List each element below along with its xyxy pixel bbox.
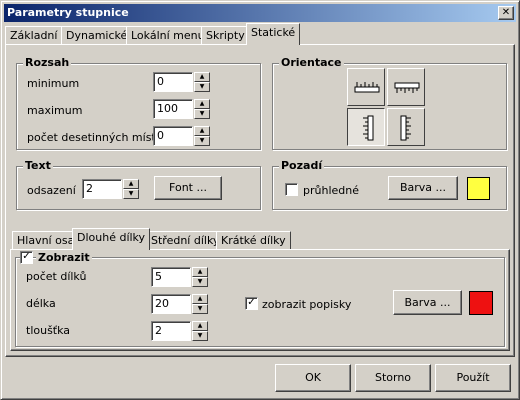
tab-zakladni[interactable]: Základní (5, 26, 63, 46)
tab-label: Střední dílky (151, 234, 220, 247)
tick-thickness-label: tloušťka (26, 324, 71, 337)
zobrazit-group: ✓ Zobrazit počet dílků 5 ▲ ▼ délka 20 ▲ … (15, 251, 505, 347)
rozsah-group: Rozsah minimum 0 ▲ ▼ maximum 100 ▲ ▼ poč… (16, 56, 261, 150)
ruler-vertical-left-icon (363, 115, 374, 141)
show-labels-label: zobrazit popisky (262, 298, 352, 311)
spin-up-icon[interactable]: ▲ (194, 99, 210, 109)
spin-up-icon[interactable]: ▲ (194, 126, 210, 136)
maximum-label: maximum (27, 104, 83, 117)
tab-lokalni-menu[interactable]: Lokální menu (126, 26, 210, 46)
maximum-stepper[interactable]: ▲ ▼ (194, 99, 210, 119)
spin-up-icon[interactable]: ▲ (192, 294, 208, 304)
tab-label: Hlavní osa (17, 234, 75, 247)
offset-label: odsazení (27, 184, 76, 197)
tick-count-label: počet dílků (26, 270, 87, 283)
minimum-stepper[interactable]: ▲ ▼ (194, 72, 210, 92)
spin-up-icon[interactable]: ▲ (192, 267, 208, 277)
transparent-label: průhledné (303, 184, 359, 197)
show-ticks-label: Zobrazit (36, 251, 92, 264)
ruler-horizontal-top-icon (394, 82, 420, 93)
tab-label: Lokální menu (131, 29, 205, 42)
tick-length-stepper[interactable]: ▲ ▼ (192, 294, 208, 314)
tab-label: Skripty (206, 29, 245, 42)
dialog-window: Parametry stupnice ✕ Základní Dynamické … (0, 0, 520, 400)
tick-length-input[interactable]: 20 (151, 294, 191, 314)
pozadi-group: Pozadí průhledné Barva ... (272, 159, 507, 210)
orientation-horizontal-bottom-button[interactable] (347, 68, 385, 106)
spin-down-icon[interactable]: ▼ (123, 189, 139, 199)
show-labels-checkbox[interactable]: ✓ (245, 297, 258, 310)
tab-skripty[interactable]: Skripty (201, 26, 250, 46)
window-title: Parametry stupnice (7, 6, 129, 19)
orientace-group: Orientace (272, 56, 507, 150)
apply-button[interactable]: Použít (435, 364, 511, 392)
font-button[interactable]: Font ... (154, 176, 222, 200)
minimum-input[interactable]: 0 (153, 72, 193, 92)
pozadi-title: Pozadí (279, 159, 325, 172)
tick-color-swatch[interactable] (469, 291, 493, 315)
cancel-button[interactable]: Storno (355, 364, 431, 392)
text-group: Text odsazení 2 ▲ ▼ Font ... (16, 159, 261, 210)
spin-up-icon[interactable]: ▲ (123, 179, 139, 189)
subtab-kratke-dilky[interactable]: Krátké dílky (216, 231, 291, 251)
tab-label: Statické (251, 26, 296, 39)
background-color-button[interactable]: Barva ... (388, 176, 458, 200)
ruler-horizontal-bottom-icon (354, 82, 380, 93)
decimals-stepper[interactable]: ▲ ▼ (194, 126, 210, 146)
decimals-label: počet desetinných míst (27, 131, 156, 144)
tab-label: Krátké dílky (221, 234, 286, 247)
orientation-vertical-left-button[interactable] (347, 108, 385, 146)
spin-down-icon[interactable]: ▼ (192, 304, 208, 314)
tab-label: Dlouhé dílky (77, 231, 146, 244)
show-ticks-checkbox[interactable]: ✓ (20, 251, 33, 264)
spin-up-icon[interactable]: ▲ (192, 321, 208, 331)
close-button[interactable]: ✕ (498, 6, 514, 20)
tab-label: Základní (10, 29, 58, 42)
tick-count-stepper[interactable]: ▲ ▼ (192, 267, 208, 287)
offset-stepper[interactable]: ▲ ▼ (123, 179, 139, 199)
spin-down-icon[interactable]: ▼ (194, 109, 210, 119)
rozsah-title: Rozsah (23, 56, 72, 69)
spin-down-icon[interactable]: ▼ (192, 277, 208, 287)
tick-length-label: délka (26, 297, 56, 310)
tick-color-button[interactable]: Barva ... (393, 290, 462, 315)
tab-staticke[interactable]: Statické (246, 23, 301, 45)
tick-count-input[interactable]: 5 (151, 267, 191, 287)
orientace-title: Orientace (279, 56, 344, 69)
transparent-checkbox[interactable] (285, 183, 298, 196)
text-title: Text (23, 159, 53, 172)
close-icon: ✕ (501, 7, 511, 18)
background-color-swatch[interactable] (467, 177, 490, 200)
spin-down-icon[interactable]: ▼ (192, 331, 208, 341)
spin-down-icon[interactable]: ▼ (194, 82, 210, 92)
tab-dynamicke[interactable]: Dynamické (61, 26, 133, 46)
tick-thickness-stepper[interactable]: ▲ ▼ (192, 321, 208, 341)
spin-up-icon[interactable]: ▲ (194, 72, 210, 82)
tick-thickness-input[interactable]: 2 (151, 321, 191, 341)
ruler-vertical-right-icon (400, 115, 411, 141)
ok-button[interactable]: OK (275, 364, 351, 392)
decimals-input[interactable]: 0 (153, 126, 193, 146)
subtab-stredni-dilky[interactable]: Střední dílky (146, 231, 225, 251)
dlouhe-dilky-panel: ✓ Zobrazit počet dílků 5 ▲ ▼ délka 20 ▲ … (10, 249, 510, 351)
offset-input[interactable]: 2 (82, 179, 122, 199)
statik-tab-panel: Rozsah minimum 0 ▲ ▼ maximum 100 ▲ ▼ poč… (5, 44, 515, 357)
minimum-label: minimum (27, 77, 80, 90)
tab-label: Dynamické (66, 29, 128, 42)
spin-down-icon[interactable]: ▼ (194, 136, 210, 146)
title-bar: Parametry stupnice ✕ (4, 4, 516, 22)
orientation-horizontal-top-button[interactable] (387, 68, 425, 106)
subtab-dlouhe-dilky[interactable]: Dlouhé dílky (72, 228, 151, 250)
orientation-vertical-right-button[interactable] (387, 108, 425, 146)
subtab-hlavni-osa[interactable]: Hlavní osa (12, 231, 80, 251)
maximum-input[interactable]: 100 (153, 99, 193, 119)
